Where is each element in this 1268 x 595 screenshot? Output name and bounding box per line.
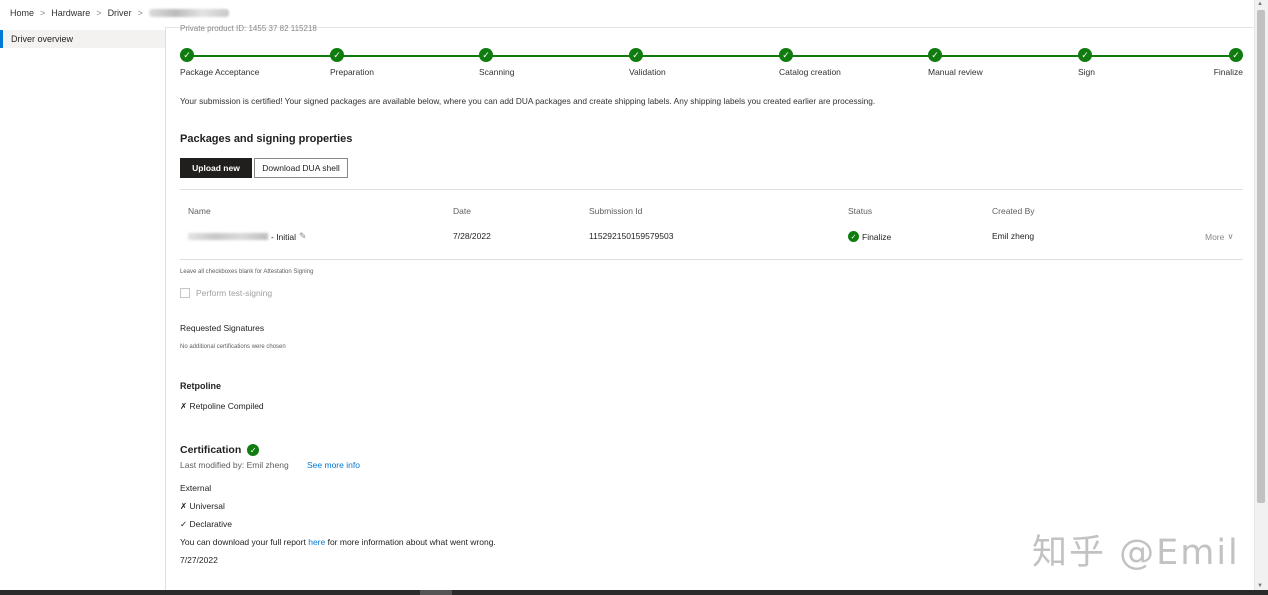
table-row-status: ✓ Finalize <box>848 231 891 242</box>
table-row-name: - Initial ✎ <box>188 231 307 242</box>
column-header-name: Name <box>188 206 211 216</box>
more-label: More <box>1205 231 1225 242</box>
step-label: Validation <box>629 67 666 77</box>
step-finalize: ✓ Finalize <box>1180 48 1243 78</box>
step-label: Sign <box>1078 67 1096 77</box>
step-label: Scanning <box>479 67 515 77</box>
last-modified: Last modified by: Emil zheng <box>180 460 289 470</box>
scroll-down-icon[interactable]: ▼ <box>1257 583 1263 589</box>
status-text: Finalize <box>862 231 892 242</box>
column-header-submission-id: Submission Id <box>589 206 643 216</box>
test-signing-row: Perform test-signing <box>180 288 272 298</box>
divider <box>180 259 1243 260</box>
watermark: 知乎 @Emil <box>1032 533 1240 573</box>
certification-title: Certification ✓ <box>180 444 260 456</box>
step-label: Package Acceptance <box>180 67 260 77</box>
vertical-scrollbar[interactable]: ▲ ▼ <box>1254 0 1268 590</box>
chevron-down-icon: ∨ <box>1227 231 1234 241</box>
report-sentence: You can download your full report here f… <box>180 537 496 547</box>
breadcrumb-hardware[interactable]: Hardware <box>51 8 90 18</box>
column-header-date: Date <box>453 206 471 216</box>
attestation-note: Leave all checkboxes blank for Attestati… <box>180 269 314 275</box>
taskbar <box>0 590 1268 595</box>
column-header-status: Status <box>848 206 873 216</box>
breadcrumb-home[interactable]: Home <box>10 8 34 18</box>
package-name-suffix: - Initial <box>271 231 297 242</box>
breadcrumb-driver[interactable]: Driver <box>108 8 132 18</box>
report-prefix: You can download your full report <box>180 537 309 547</box>
certification-title-text: Certification <box>180 444 242 456</box>
private-product-id: Private product ID: 1455 37 82 115218 <box>180 24 317 33</box>
certification-date: 7/27/2022 <box>180 555 218 565</box>
check-circle-icon: ✓ <box>330 48 344 62</box>
test-signing-checkbox[interactable] <box>180 288 190 298</box>
report-here-link[interactable]: here <box>308 537 325 547</box>
external-label: External <box>180 483 212 493</box>
progress-stepper: ✓ Package Acceptance ✓ Preparation ✓ Sca… <box>180 48 1243 78</box>
step-label: Manual review <box>928 67 983 77</box>
main-content: Private product ID: 1455 37 82 115218 ✓ … <box>166 24 1255 590</box>
check-circle-icon: ✓ <box>1078 48 1092 62</box>
check-circle-icon: ✓ <box>247 444 260 456</box>
chevron-right-icon: > <box>96 8 102 18</box>
table-row-submission-id: 115292150159579503 <box>589 231 674 241</box>
taskbar-item[interactable] <box>420 590 452 595</box>
step-label: Catalog creation <box>779 67 841 77</box>
step-label: Finalize <box>1213 67 1243 77</box>
scroll-up-icon[interactable]: ▲ <box>1257 1 1263 7</box>
test-signing-label: Perform test-signing <box>196 288 273 298</box>
sidebar-item-driver-overview[interactable]: Driver overview <box>0 30 165 48</box>
download-dua-shell-button[interactable]: Download DUA shell <box>254 158 348 178</box>
certified-message: Your submission is certified! Your signe… <box>180 96 876 106</box>
table-row-date: 7/28/2022 <box>453 231 491 241</box>
check-circle-icon: ✓ <box>928 48 942 62</box>
chevron-right-icon: > <box>40 8 46 18</box>
pencil-edit-icon[interactable]: ✎ <box>299 231 307 242</box>
breadcrumb-current-redacted <box>148 9 229 17</box>
check-circle-icon: ✓ <box>629 48 643 62</box>
step-label: Preparation <box>330 67 374 77</box>
upload-new-button[interactable]: Upload new <box>180 158 252 178</box>
breadcrumb: Home > Hardware > Driver > <box>10 8 229 18</box>
check-circle-icon: ✓ <box>1229 48 1243 62</box>
check-circle-icon: ✓ <box>180 48 194 62</box>
table-row-created-by: Emil zheng <box>992 231 1035 241</box>
check-circle-icon: ✓ <box>848 231 859 242</box>
sidebar: Driver overview <box>0 27 166 590</box>
packages-section-title: Packages and signing properties <box>180 133 353 145</box>
declarative-item: ✓ Declarative <box>180 519 233 529</box>
divider <box>180 189 1243 190</box>
see-more-info-link[interactable]: See more info <box>307 460 360 470</box>
retpoline-compiled-item: ✗ Retpoline Compiled <box>180 401 264 411</box>
no-certifications-note: No additional certifications were chosen <box>180 344 286 350</box>
package-name-redacted <box>188 233 268 240</box>
column-header-created-by: Created By <box>992 206 1035 216</box>
scrollbar-thumb[interactable] <box>1257 10 1265 503</box>
requested-signatures-label: Requested Signatures <box>180 323 265 333</box>
universal-item: ✗ Universal <box>180 501 225 511</box>
report-suffix: for more information about what went wro… <box>325 537 496 547</box>
check-circle-icon: ✓ <box>779 48 793 62</box>
retpoline-title: Retpoline <box>180 381 222 391</box>
check-circle-icon: ✓ <box>479 48 493 62</box>
more-dropdown[interactable]: More ∨ <box>1205 231 1234 242</box>
chevron-right-icon: > <box>137 8 143 18</box>
